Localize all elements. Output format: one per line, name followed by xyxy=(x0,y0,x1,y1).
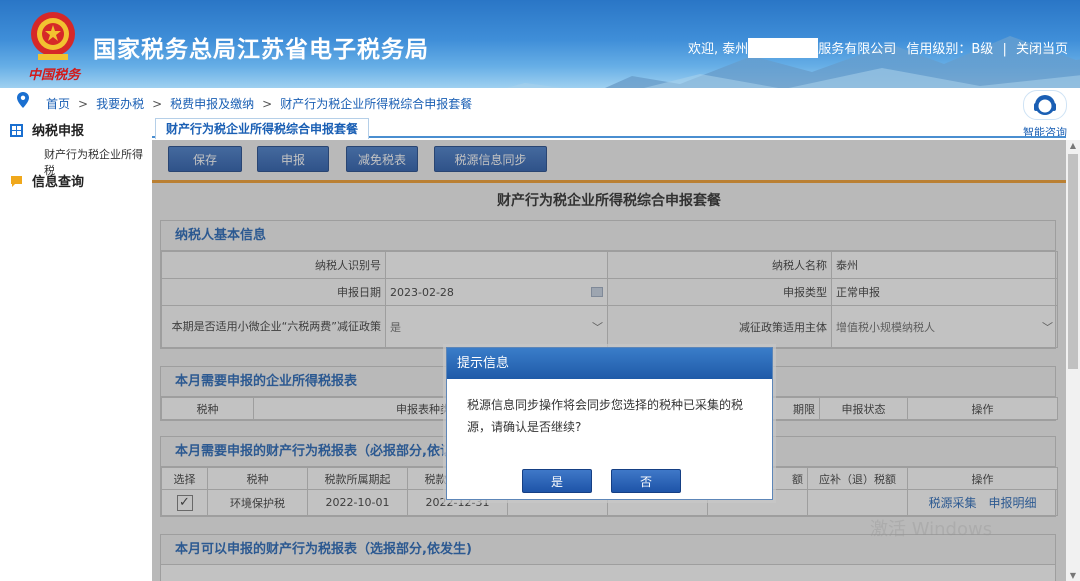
breadcrumb-declaration[interactable]: 税费申报及缴纳 xyxy=(170,97,254,111)
divider: | xyxy=(1002,42,1007,57)
scroll-up-arrow[interactable]: ▲ xyxy=(1068,141,1078,150)
sidebar-item-label: 纳税申报 xyxy=(32,124,85,139)
dialog-message: 税源信息同步操作将会同步您选择的税种已采集的税源，请确认是否继续? xyxy=(467,398,744,434)
scroll-down-arrow[interactable]: ▼ xyxy=(1068,571,1078,580)
confirm-dialog: 提示信息 税源信息同步操作将会同步您选择的税种已采集的税源，请确认是否继续? 是… xyxy=(446,347,773,500)
tab-property-cit[interactable]: 财产行为税企业所得税综合申报套餐 xyxy=(155,118,370,139)
user-bar: 欢迎, 泰州 服务有限公司 信用级别：B级 | 关闭当页 xyxy=(688,38,1068,58)
welcome-text: 欢迎, 泰州 xyxy=(687,42,749,57)
breadcrumb-tax-handling[interactable]: 我要办税 xyxy=(96,97,144,111)
sidebar-item-declare[interactable]: 纳税申报 xyxy=(10,120,84,139)
header-mountain-bg xyxy=(560,36,1080,88)
national-emblem-icon xyxy=(31,12,75,60)
sidebar: 纳税申报 财产行为税企业所得税 信息查询 xyxy=(0,114,152,581)
redacted-mask xyxy=(748,38,819,58)
location-pin-icon xyxy=(17,92,29,108)
tab-strip: 财产行为税企业所得税综合申报套餐 xyxy=(152,114,1066,139)
company-suffix: 服务有限公司 xyxy=(818,42,897,57)
sidebar-item-query[interactable]: 信息查询 xyxy=(10,171,84,190)
breadcrumb: 首页 > 我要办税 > 税费申报及缴纳 > 财产行为税企业所得税综合申报套餐 xyxy=(46,97,473,111)
breadcrumb-bar: 首页 > 我要办税 > 税费申报及缴纳 > 财产行为税企业所得税综合申报套餐 xyxy=(0,88,1080,114)
scroll-thumb[interactable] xyxy=(1068,154,1078,369)
yes-button[interactable]: 是 xyxy=(522,469,592,493)
site-title: 国家税务总局江苏省电子税务局 xyxy=(93,37,429,63)
dialog-title: 提示信息 xyxy=(447,348,772,379)
close-page-link[interactable]: 关闭当页 xyxy=(1016,42,1068,57)
tax-slogan-logo: 中国税务 xyxy=(28,68,81,83)
no-button[interactable]: 否 xyxy=(611,469,681,493)
grid-icon xyxy=(10,124,23,137)
chat-icon xyxy=(11,176,22,187)
credit-level: 信用级别：B级 xyxy=(906,42,994,57)
sidebar-item-label: 信息查询 xyxy=(32,175,85,190)
site-header: 中国税务 国家税务总局江苏省电子税务局 欢迎, 泰州 服务有限公司 信用级别：B级… xyxy=(0,0,1080,88)
breadcrumb-current[interactable]: 财产行为税企业所得税综合申报套餐 xyxy=(280,97,472,111)
breadcrumb-home[interactable]: 首页 xyxy=(46,97,70,111)
vertical-scrollbar[interactable]: ▲ ▼ xyxy=(1066,140,1080,581)
windows-watermark: 激活 Windows xyxy=(870,519,993,540)
